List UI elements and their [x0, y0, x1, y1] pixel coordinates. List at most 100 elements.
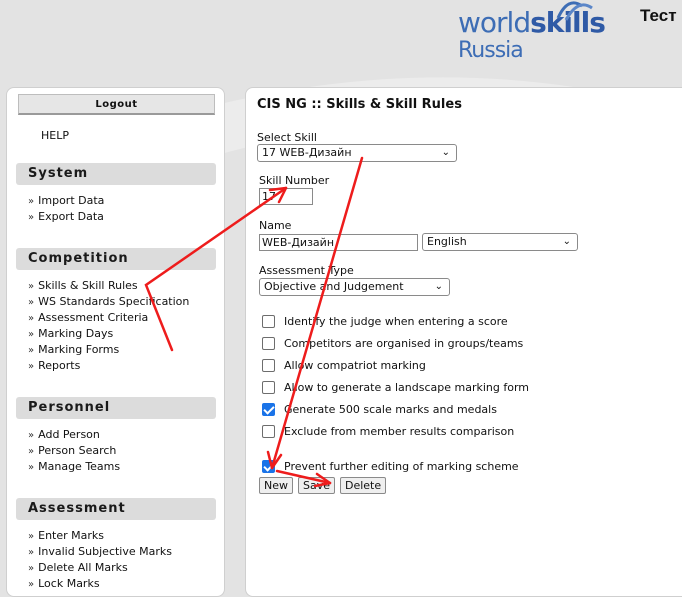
select-skill-label: Select Skill — [257, 131, 317, 144]
sidebar-item-label: Skills & Skill Rules — [38, 279, 138, 292]
sidebar-item-lock-marks[interactable]: » Lock Marks — [28, 576, 172, 592]
double-chevron-right-icon: » — [28, 531, 35, 542]
sidebar-item-label: Delete All Marks — [38, 561, 128, 574]
system-nav-list: » Import Data » Export Data — [28, 193, 104, 225]
double-chevron-right-icon: » — [28, 547, 35, 558]
double-chevron-right-icon: » — [28, 297, 35, 308]
checkbox[interactable] — [262, 336, 275, 350]
select-skill-value: 17 WEB-Дизайн — [262, 146, 352, 159]
sidebar-item-invalid-subjective-marks[interactable]: » Invalid Subjective Marks — [28, 544, 172, 560]
double-chevron-right-icon: » — [28, 345, 35, 356]
section-system-header: System — [16, 163, 216, 185]
sidebar-item-person-search[interactable]: » Person Search — [28, 443, 120, 459]
checkbox[interactable] — [262, 314, 275, 328]
option-exclude-comparison[interactable]: Exclude from member results comparison — [262, 423, 514, 439]
select-skill-dropdown[interactable]: 17 WEB-Дизайн ⌄ — [257, 144, 457, 162]
double-chevron-right-icon: » — [28, 430, 35, 441]
double-chevron-right-icon: » — [28, 313, 35, 324]
checkbox-label: Exclude from member results comparison — [284, 424, 515, 438]
option-identify-judge[interactable]: Identify the judge when entering a score — [262, 313, 508, 329]
sidebar: Logout HELP System » Import Data » Export … — [6, 87, 225, 597]
checkbox[interactable] — [262, 380, 275, 394]
app-title: Тест — [640, 6, 677, 25]
assessment-type-dropdown[interactable]: Objective and Judgement ⌄ — [259, 278, 450, 296]
option-landscape-form[interactable]: Allow to generate a landscape marking fo… — [262, 379, 529, 395]
personnel-nav-list: » Add Person » Person Search » Manage Teams — [28, 427, 120, 475]
section-personnel-header: Personnel — [16, 397, 216, 419]
checkbox-checked[interactable] — [262, 459, 275, 473]
checkbox-label: Allow compatriot marking — [284, 358, 426, 372]
double-chevron-right-icon: » — [28, 281, 35, 292]
save-button[interactable]: Save — [298, 477, 336, 494]
checkbox-label: Generate 500 scale marks and medals — [284, 402, 497, 416]
sidebar-item-marking-forms[interactable]: » Marking Forms — [28, 342, 189, 358]
sidebar-item-manage-teams[interactable]: » Manage Teams — [28, 459, 120, 475]
sidebar-item-add-person[interactable]: » Add Person — [28, 427, 120, 443]
sidebar-item-label: WS Standards Specification — [38, 295, 190, 308]
help-link[interactable]: HELP — [41, 129, 69, 142]
sidebar-item-skills-rules[interactable]: » Skills & Skill Rules — [28, 278, 189, 294]
checkbox-label: Prevent further editing of marking schem… — [284, 459, 519, 473]
checkbox[interactable] — [262, 358, 275, 372]
logout-button[interactable]: Logout — [18, 94, 215, 115]
double-chevron-right-icon: » — [28, 563, 35, 574]
checkbox-label: Allow to generate a landscape marking fo… — [284, 380, 529, 394]
sidebar-item-delete-all-marks[interactable]: » Delete All Marks — [28, 560, 172, 576]
language-value: English — [427, 235, 467, 248]
name-field[interactable]: WEB-Дизайн — [259, 234, 418, 251]
sidebar-item-label: Manage Teams — [38, 460, 121, 473]
sidebar-item-label: Lock Marks — [38, 577, 100, 590]
sidebar-item-marking-days[interactable]: » Marking Days — [28, 326, 189, 342]
double-chevron-right-icon: » — [28, 361, 35, 372]
sidebar-item-label: Reports — [38, 359, 81, 372]
delete-button[interactable]: Delete — [340, 477, 387, 494]
assessment-type-value: Objective and Judgement — [264, 280, 404, 293]
checkbox-label: Competitors are organised in groups/team… — [284, 336, 524, 350]
chevron-down-icon: ⌄ — [441, 147, 450, 158]
new-button[interactable]: New — [259, 477, 293, 494]
sidebar-item-import-data[interactable]: » Import Data — [28, 193, 104, 209]
chevron-down-icon: ⌄ — [434, 281, 443, 292]
sidebar-item-assessment-criteria[interactable]: » Assessment Criteria — [28, 310, 189, 326]
sidebar-item-label: Invalid Subjective Marks — [38, 545, 172, 558]
checkbox[interactable] — [262, 424, 275, 438]
section-assessment-header: Assessment — [16, 498, 216, 520]
assessment-nav-list: » Enter Marks » Invalid Subjective Marks »… — [28, 528, 172, 592]
checkbox-label: Identify the judge when entering a score — [284, 314, 508, 328]
name-label: Name — [259, 219, 292, 232]
language-dropdown[interactable]: English ⌄ — [422, 233, 578, 251]
option-groups-teams[interactable]: Competitors are organised in groups/team… — [262, 335, 523, 351]
sidebar-item-label: Assessment Criteria — [38, 311, 149, 324]
chevron-down-icon: ⌄ — [562, 236, 571, 247]
sidebar-item-label: Person Search — [38, 444, 117, 457]
assessment-type-label: Assessment Type — [259, 264, 354, 277]
checkbox-checked[interactable] — [262, 402, 275, 416]
option-compatriot-marking[interactable]: Allow compatriot marking — [262, 357, 426, 373]
double-chevron-right-icon: » — [28, 196, 35, 207]
double-chevron-right-icon: » — [28, 329, 35, 340]
sidebar-item-reports[interactable]: » Reports — [28, 358, 189, 374]
sidebar-item-export-data[interactable]: » Export Data — [28, 209, 104, 225]
skill-number-field[interactable]: 17 — [259, 188, 313, 205]
double-chevron-right-icon: » — [28, 446, 35, 457]
sidebar-item-label: Export Data — [38, 210, 104, 223]
sidebar-item-label: Marking Forms — [38, 343, 120, 356]
sidebar-item-label: Add Person — [38, 428, 100, 441]
section-competition-header: Competition — [16, 248, 216, 270]
sidebar-item-enter-marks[interactable]: » Enter Marks — [28, 528, 172, 544]
option-prevent-editing[interactable]: Prevent further editing of marking schem… — [262, 458, 519, 474]
sidebar-item-label: Enter Marks — [38, 529, 105, 542]
competition-nav-list: » Skills & Skill Rules » WS Standards Spec… — [28, 278, 189, 374]
main-panel: CIS NG :: Skills & Skill Rules Select Sk… — [245, 87, 682, 597]
sidebar-item-ws-standards[interactable]: » WS Standards Specification — [28, 294, 189, 310]
logo-world-text: world — [458, 6, 531, 39]
page-title: CIS NG :: Skills & Skill Rules — [257, 97, 462, 112]
option-500-scale[interactable]: Generate 500 scale marks and medals — [262, 401, 497, 417]
skill-number-label: Skill Number — [259, 174, 330, 187]
sidebar-item-label: Marking Days — [38, 327, 114, 340]
double-chevron-right-icon: » — [28, 462, 35, 473]
double-chevron-right-icon: » — [28, 212, 35, 223]
logo-russia-text: Russia — [458, 38, 524, 63]
sidebar-item-label: Import Data — [38, 194, 105, 207]
worldskills-mark-icon — [556, 1, 593, 21]
